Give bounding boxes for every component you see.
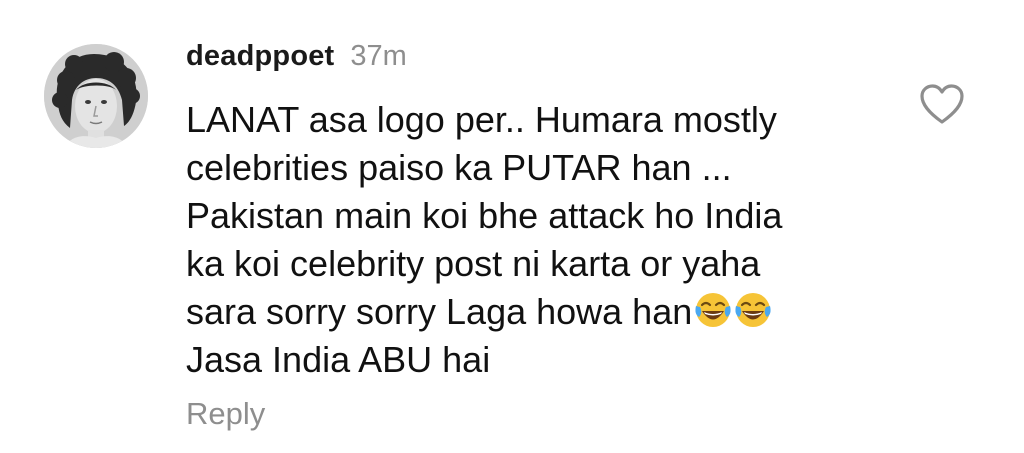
comment-line: LANAT asa logo per.. Humara mostly <box>186 99 777 140</box>
comment-body: deadppoet 37m LANAT asa logo per.. Humar… <box>186 40 886 384</box>
laughing-tears-emoji <box>693 290 733 330</box>
avatar[interactable] <box>44 44 148 148</box>
username[interactable]: deadppoet <box>186 40 334 73</box>
heart-outline-icon[interactable] <box>918 82 966 126</box>
emoji-group <box>693 290 773 330</box>
comment-line: ka koi celebrity post ni karta or yaha <box>186 243 761 284</box>
comment-line: sara sorry sorry Laga howa han <box>186 291 693 332</box>
reply-button[interactable]: Reply <box>186 396 265 432</box>
comment: deadppoet 37m LANAT asa logo per.. Humar… <box>0 0 1024 453</box>
comment-line: celebrities paiso ka PUTAR han ... <box>186 147 732 188</box>
comment-line: Pakistan main koi bhe attack ho India <box>186 195 783 236</box>
comment-text: LANAT asa logo per.. Humara mostly celeb… <box>186 96 846 384</box>
comment-line: Jasa India ABU hai <box>186 339 491 380</box>
comment-meta: deadppoet 37m <box>186 40 886 80</box>
timestamp: 37m <box>350 40 407 72</box>
laughing-tears-emoji <box>733 290 773 330</box>
